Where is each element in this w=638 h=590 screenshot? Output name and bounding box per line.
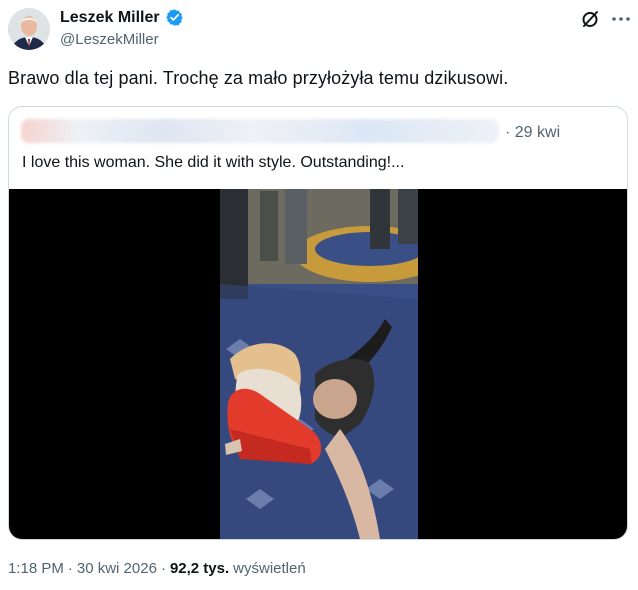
profile-photo-icon <box>8 8 50 50</box>
video-thumbnail[interactable] <box>220 189 418 539</box>
blurred-author-info <box>21 119 499 143</box>
author-display-name[interactable]: Leszek Miller <box>60 9 160 27</box>
separator: · <box>160 560 166 577</box>
post-header: Leszek Miller @LeszekMiller <box>0 0 638 60</box>
quoted-post-media[interactable] <box>9 189 627 539</box>
verified-badge-icon <box>165 9 183 26</box>
post-time[interactable]: 1:18 PM <box>8 560 64 577</box>
video-thumbnail-icon <box>220 189 418 539</box>
quoted-post-time[interactable]: · 29 kwi <box>505 124 560 142</box>
views-count[interactable]: 92,2 tys. <box>170 560 229 577</box>
grok-icon[interactable] <box>580 9 600 29</box>
avatar[interactable] <box>8 8 50 50</box>
post-footer: 1:18 PM · 30 kwi 2026 · 92,2 tys. wyświe… <box>8 560 306 577</box>
separator: · <box>67 560 73 577</box>
author-name-row: Leszek Miller <box>60 8 184 27</box>
quoted-post-text: I love this woman. She did it with style… <box>22 154 405 171</box>
quoted-post-header: · 29 kwi <box>9 107 627 147</box>
post-date[interactable]: 30 kwi 2026 <box>77 560 157 577</box>
author-handle[interactable]: @LeszekMiller <box>60 31 159 48</box>
more-icon[interactable] <box>610 9 632 29</box>
post-text: Brawo dla tej pani. Trochę za mało przył… <box>8 68 509 88</box>
quoted-post[interactable]: · 29 kwi I love this woman. She did it w… <box>8 106 628 540</box>
views-label: wyświetleń <box>233 560 306 577</box>
